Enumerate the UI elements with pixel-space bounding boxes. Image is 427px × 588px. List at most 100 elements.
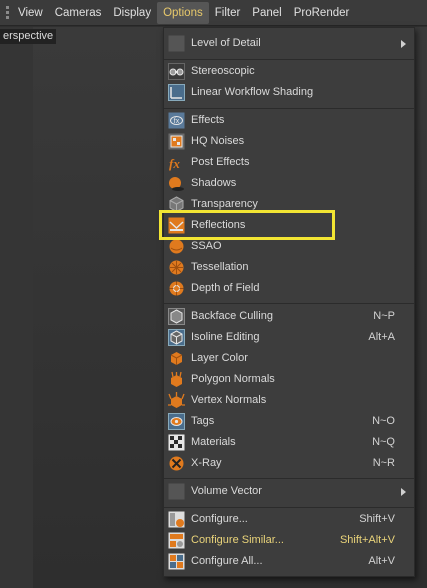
menubar-item-display[interactable]: Display [107,2,157,24]
blank-icon [168,483,185,500]
menu-item-label: Linear Workflow Shading [191,86,314,98]
menu-item-label: Layer Color [191,352,248,364]
menu-item-label: Level of Detail [191,37,261,49]
menu-item-configure-all[interactable]: Configure All... Alt+V [164,551,414,572]
menu-item-shortcut: N~O [372,415,395,427]
menu-item-label: Tessellation [191,261,249,273]
menu-item-level-of-detail[interactable]: Level of Detail [164,33,414,54]
menu-item-label: Shadows [191,177,237,189]
menu-item-configure-similar[interactable]: Configure Similar... Shift+Alt+V [164,530,414,551]
menubar-item-cameras[interactable]: Cameras [49,2,108,24]
menu-item-stereoscopic[interactable]: Stereoscopic [164,61,414,82]
menu-item-label: Transparency [191,198,258,210]
configure-similar-icon [168,532,185,549]
menu-item-x-ray[interactable]: X-Ray N~R [164,453,414,474]
depth-of-field-icon [168,280,185,297]
menu-item-label: Backface Culling [191,310,273,322]
effects-icon: fx [168,112,185,129]
menu-item-label: Polygon Normals [191,373,275,385]
menu-item-label: Depth of Field [191,282,260,294]
materials-icon [168,434,185,451]
hq-noises-icon [168,133,185,150]
stereoscopic-icon [168,63,185,80]
menu-item-label: X-Ray [191,457,222,469]
menu-separator [164,303,414,304]
menu-item-configure[interactable]: Configure... Shift+V [164,509,414,530]
menu-item-shortcut: Alt+V [368,555,395,567]
menu-separator [164,478,414,479]
tags-icon [168,413,185,430]
menu-item-linear-workflow-shading[interactable]: Linear Workflow Shading [164,82,414,103]
linear-workflow-icon [168,84,185,101]
menu-item-shortcut: Shift+V [359,513,395,525]
options-dropdown-menu: Level of Detail Stereoscopic Linear Workfl… [163,27,415,577]
menubar-item-panel[interactable]: Panel [246,2,287,24]
menu-item-polygon-normals[interactable]: Polygon Normals [164,369,414,390]
menu-item-label: HQ Noises [191,135,245,147]
menu-item-shadows[interactable]: Shadows [164,173,414,194]
menu-separator [164,507,414,508]
menu-item-hq-noises[interactable]: HQ Noises [164,131,414,152]
viewport-pane-left [0,27,33,588]
menu-separator [164,59,414,60]
vertex-normals-icon [168,392,185,409]
menu-item-isoline-editing[interactable]: Isoline Editing Alt+A [164,327,414,348]
isoline-editing-icon [168,329,185,346]
menu-item-backface-culling[interactable]: Backface Culling N~P [164,306,414,327]
menu-item-shortcut: N~P [373,310,395,322]
menu-item-post-effects[interactable]: fx Post Effects [164,152,414,173]
menu-item-label: Reflections [191,219,246,231]
menu-item-label: Effects [191,114,225,126]
menu-item-shortcut: N~R [372,457,395,469]
menu-separator [164,108,414,109]
transparency-icon [168,196,185,213]
configure-all-icon [168,553,185,570]
menu-item-label: Configure... [191,513,248,525]
menu-item-shortcut: Alt+A [368,331,395,343]
menu-item-materials[interactable]: Materials N~Q [164,432,414,453]
menu-item-label: Configure All... [191,555,263,567]
svg-text:fx: fx [169,156,180,171]
menubar-item-prorender[interactable]: ProRender [288,2,356,24]
menu-item-tessellation[interactable]: Tessellation [164,257,414,278]
viewport-camera-label[interactable]: erspective [0,29,57,44]
menubar-item-filter[interactable]: Filter [209,2,247,24]
menu-item-label: Vertex Normals [191,394,267,406]
shadows-icon [168,175,185,192]
menubar-item-view[interactable]: View [12,2,49,24]
menu-item-reflections[interactable]: Reflections [164,215,414,236]
menu-item-layer-color[interactable]: Layer Color [164,348,414,369]
submenu-arrow-icon [401,40,406,48]
menu-item-effects[interactable]: fx Effects [164,110,414,131]
blank-icon [168,35,185,52]
menu-item-tags[interactable]: Tags N~O [164,411,414,432]
reflections-icon [168,217,185,234]
menu-item-depth-of-field[interactable]: Depth of Field [164,278,414,299]
menu-item-label: Materials [191,436,236,448]
menu-item-label: Post Effects [191,156,250,168]
submenu-arrow-icon [401,488,406,496]
menu-item-label: Tags [191,415,215,427]
post-effects-icon: fx [168,154,185,171]
menu-item-shortcut: Shift+Alt+V [339,534,395,546]
menu-item-transparency[interactable]: Transparency [164,194,414,215]
svg-text:fx: fx [174,118,180,125]
viewport-menubar: View Cameras Display Options Filter Panel ProR… [0,0,427,26]
menu-item-label: SSAO [191,240,222,252]
tessellation-icon [168,259,185,276]
menu-item-label: Isoline Editing [191,331,260,343]
grip-handle-icon[interactable] [2,0,12,26]
menu-item-vertex-normals[interactable]: Vertex Normals [164,390,414,411]
menu-item-ssao[interactable]: SSAO [164,236,414,257]
x-ray-icon [168,455,185,472]
menu-item-label: Configure Similar... [191,534,284,546]
menubar-item-options[interactable]: Options [157,1,209,24]
menu-item-label: Volume Vector [191,485,262,497]
layer-color-icon [168,350,185,367]
polygon-normals-icon [168,371,185,388]
menu-item-volume-vector[interactable]: Volume Vector [164,481,414,502]
configure-icon [168,511,185,528]
menu-item-label: Stereoscopic [191,65,255,77]
backface-culling-icon [168,308,185,325]
menu-item-shortcut: N~Q [372,436,395,448]
